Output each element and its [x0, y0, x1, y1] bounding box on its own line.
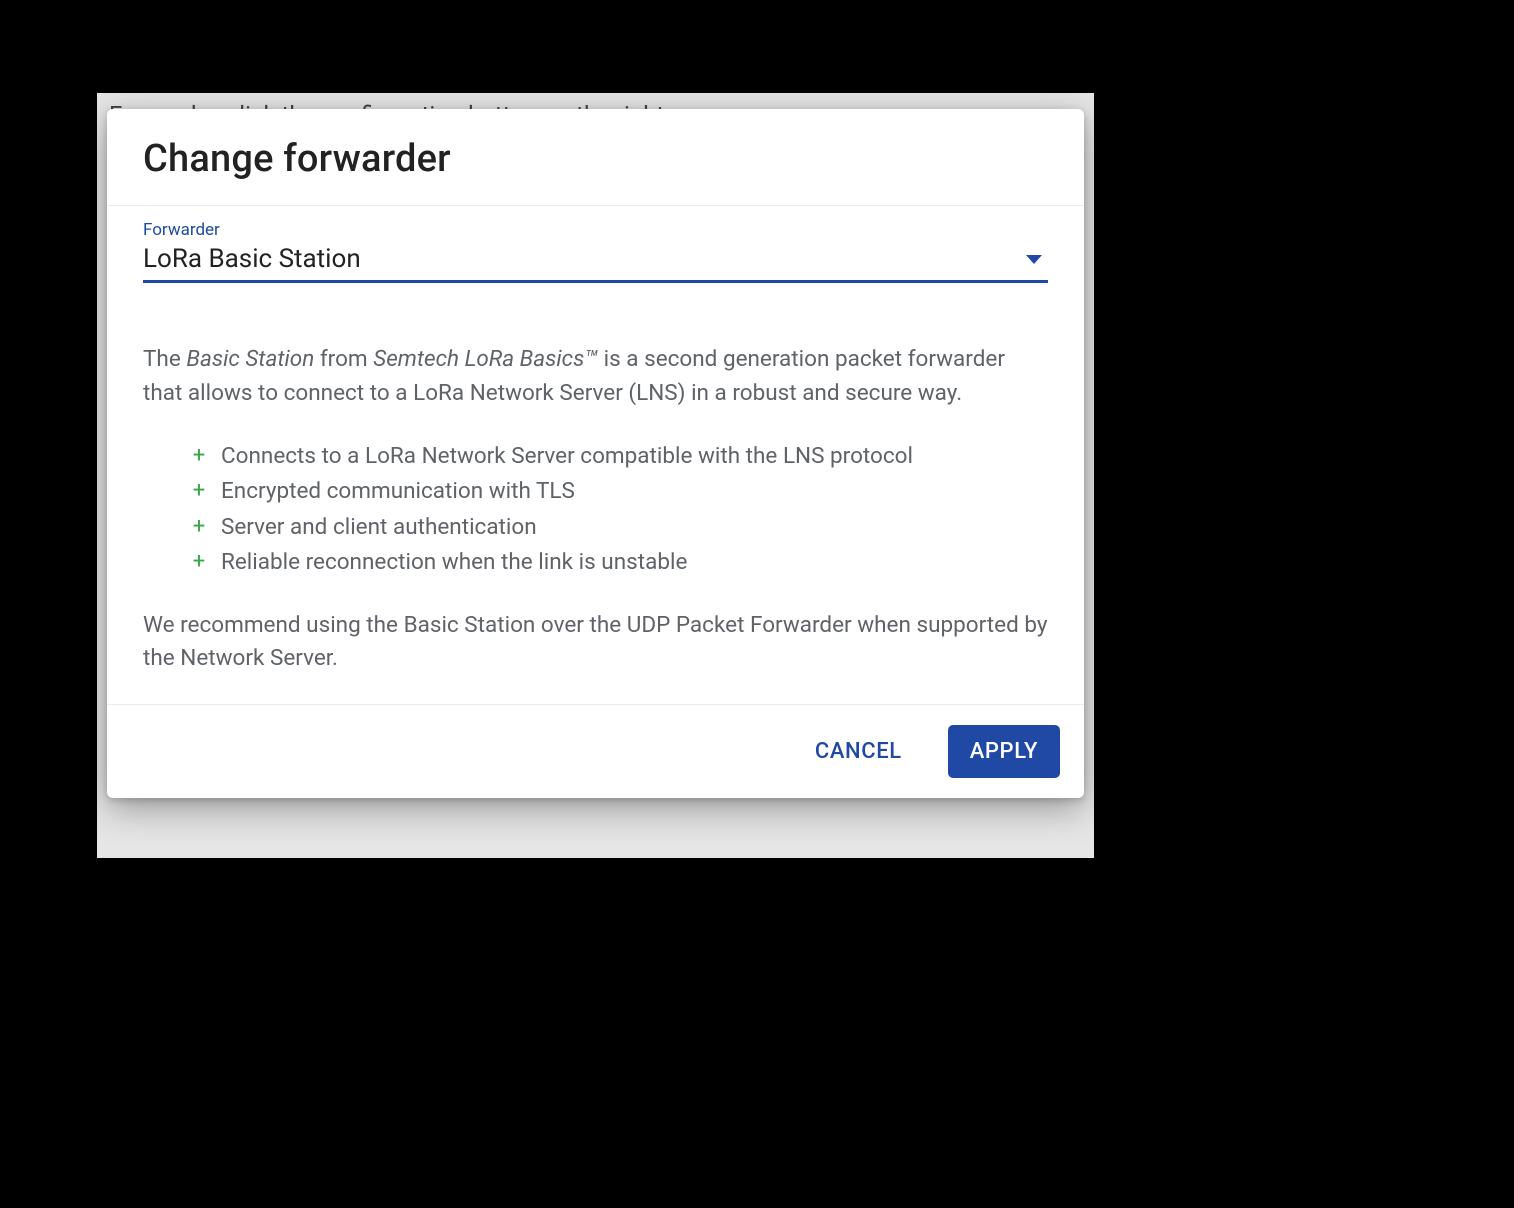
chevron-down-icon	[1026, 255, 1042, 264]
apply-button[interactable]: APPLY	[948, 725, 1060, 778]
plus-icon: +	[191, 545, 207, 580]
feature-item: + Encrypted communication with TLS	[191, 474, 1048, 510]
dialog-actions: CANCEL APPLY	[107, 705, 1084, 798]
feature-text: Connects to a LoRa Network Server compat…	[221, 439, 913, 475]
forwarder-select-value: LoRa Basic Station	[143, 244, 361, 274]
recommendation-text: We recommend using the Basic Station ove…	[143, 609, 1048, 677]
plus-icon: +	[191, 510, 207, 545]
feature-list: + Connects to a LoRa Network Server comp…	[191, 439, 1048, 581]
feature-item: + Connects to a LoRa Network Server comp…	[191, 439, 1048, 475]
forwarder-select-label: Forwarder	[143, 220, 1048, 240]
dialog-body: Forwarder LoRa Basic Station The Basic S…	[107, 206, 1084, 704]
feature-item: + Server and client authentication	[191, 510, 1048, 546]
page-backdrop: Forwarder, click the configuration butto…	[97, 93, 1094, 858]
plus-icon: +	[191, 439, 207, 474]
forwarder-select[interactable]: Forwarder LoRa Basic Station	[143, 220, 1048, 283]
feature-item: + Reliable reconnection when the link is…	[191, 545, 1048, 581]
feature-text: Server and client authentication	[221, 510, 537, 546]
forwarder-description: The Basic Station from Semtech LoRa Basi…	[143, 343, 1048, 411]
cancel-button[interactable]: CANCEL	[793, 725, 924, 778]
change-forwarder-dialog: Change forwarder Forwarder LoRa Basic St…	[107, 109, 1084, 798]
plus-icon: +	[191, 474, 207, 509]
feature-text: Encrypted communication with TLS	[221, 474, 575, 510]
dialog-header: Change forwarder	[107, 109, 1084, 205]
feature-text: Reliable reconnection when the link is u…	[221, 545, 687, 581]
dialog-title: Change forwarder	[143, 137, 1048, 181]
